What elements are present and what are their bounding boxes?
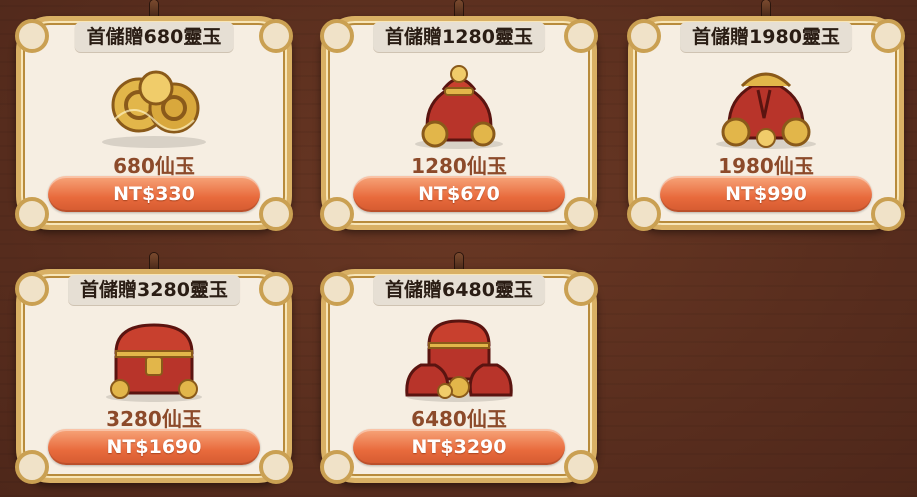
corner-ornament (15, 272, 49, 306)
corner-ornament (871, 19, 905, 53)
corner-ornament (871, 197, 905, 231)
corner-ornament (15, 450, 49, 484)
corner-ornament (15, 19, 49, 53)
card-title: 首儲贈680靈玉 (74, 22, 234, 52)
product-card-680[interactable]: 首儲贈680靈玉 680仙玉 NT$330 (15, 0, 293, 231)
product-card-3280[interactable]: 首儲贈3280靈玉 3280仙玉 NT$1690 (15, 253, 293, 484)
corner-ornament (320, 272, 354, 306)
corner-ornament (564, 450, 598, 484)
corner-ornament (259, 197, 293, 231)
card-title: 首儲贈3280靈玉 (68, 275, 240, 305)
price-button[interactable]: NT$670 (353, 176, 565, 212)
corner-ornament (320, 19, 354, 53)
corner-ornament (564, 19, 598, 53)
price-button[interactable]: NT$330 (48, 176, 260, 212)
treasure-chest-icon (106, 323, 202, 402)
amount-label: 6480仙玉 (411, 407, 507, 431)
product-card-1980[interactable]: 首儲贈1980靈玉 1980仙玉 NT$990 (627, 0, 905, 231)
corner-ornament (15, 197, 49, 231)
corner-ornament (320, 450, 354, 484)
product-card-6480[interactable]: 首儲贈6480靈玉 6480仙玉 NT$3290 (320, 253, 598, 484)
amount-label: 680仙玉 (113, 154, 195, 178)
corner-ornament (259, 19, 293, 53)
shop-grid: 首儲贈680靈玉 680仙玉 NT$330 首儲贈1280靈玉 1280仙玉 N… (0, 0, 917, 497)
corner-ornament (564, 272, 598, 306)
gold-ingots-icon (102, 70, 206, 148)
corner-ornament (320, 197, 354, 231)
card-title: 首儲贈1280靈玉 (373, 22, 545, 52)
price-button[interactable]: NT$990 (660, 176, 872, 212)
amount-label: 1980仙玉 (718, 154, 814, 178)
corner-ornament (259, 272, 293, 306)
price-button[interactable]: NT$3290 (353, 429, 565, 465)
corner-ornament (564, 197, 598, 231)
amount-label: 3280仙玉 (106, 407, 202, 431)
treasure-chest-with-bags-icon (405, 319, 513, 402)
card-title: 首儲贈6480靈玉 (373, 275, 545, 305)
red-treasure-bag-icon (415, 65, 503, 149)
corner-ornament (627, 19, 661, 53)
amount-label: 1280仙玉 (411, 154, 507, 178)
large-treasure-bag-icon (716, 72, 816, 149)
price-button[interactable]: NT$1690 (48, 429, 260, 465)
card-title: 首儲贈1980靈玉 (680, 22, 852, 52)
corner-ornament (259, 450, 293, 484)
product-card-1280[interactable]: 首儲贈1280靈玉 1280仙玉 NT$670 (320, 0, 598, 231)
corner-ornament (627, 197, 661, 231)
